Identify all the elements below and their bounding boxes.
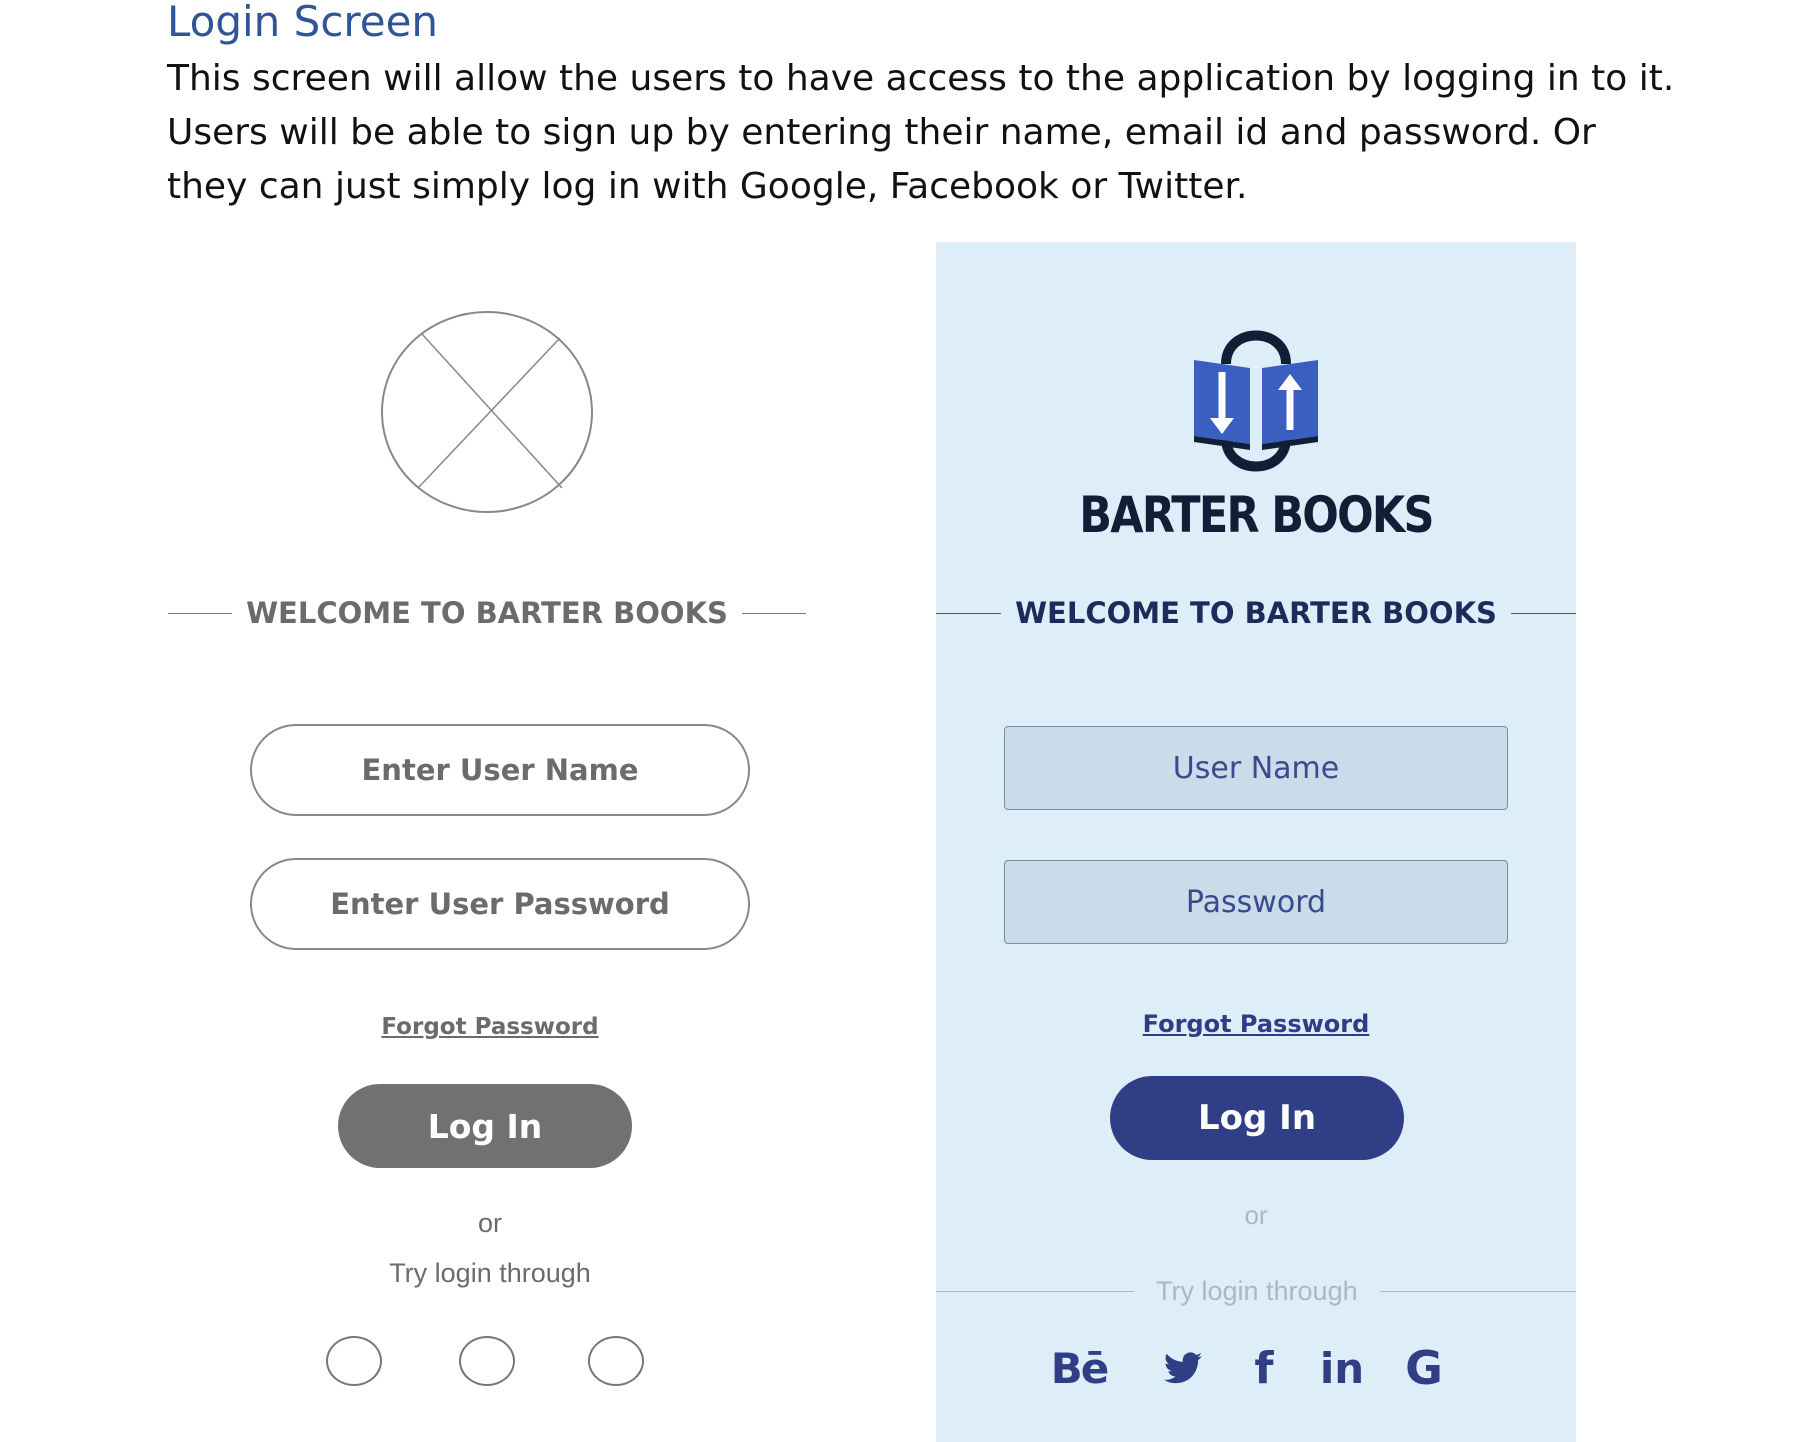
behance-icon[interactable]: Bē (1046, 1338, 1112, 1398)
divider (936, 1291, 1134, 1292)
divider (168, 612, 233, 614)
forgot-password-link[interactable]: Forgot Password (160, 1014, 820, 1040)
try-login-through-row: Try login through (936, 1276, 1576, 1307)
google-icon[interactable]: G (1398, 1338, 1450, 1398)
username-input[interactable]: User Name (1004, 726, 1508, 810)
or-text: or (1244, 1200, 1268, 1230)
login-button[interactable]: Log In (338, 1084, 632, 1168)
wireframe-login-screen: WELCOME TO BARTER BOOKS Enter User Name … (160, 240, 820, 1440)
brand-name: BARTER BOOKS (1079, 486, 1434, 544)
social-login-placeholder-icon[interactable] (326, 1336, 382, 1386)
mockup-login-screen: BARTER BOOKS WELCOME TO BARTER BOOKS Use… (936, 242, 1576, 1442)
welcome-text: WELCOME TO BARTER BOOKS (246, 596, 728, 630)
welcome-text: WELCOME TO BARTER BOOKS (1015, 596, 1497, 630)
divider (1379, 1291, 1576, 1292)
linkedin-icon[interactable]: in (1314, 1338, 1370, 1398)
facebook-icon[interactable]: f (1246, 1338, 1282, 1398)
social-login-placeholder-icon[interactable] (588, 1336, 644, 1386)
divider (1510, 612, 1576, 614)
password-input[interactable]: Password (1004, 860, 1508, 944)
login-button[interactable]: Log In (1110, 1076, 1404, 1160)
twitter-icon[interactable] (1158, 1338, 1208, 1398)
username-input[interactable]: Enter User Name (250, 724, 750, 816)
divider (741, 612, 806, 614)
try-login-through-text: Try login through (389, 1258, 591, 1288)
divider (936, 612, 1002, 614)
social-login-placeholder-icon[interactable] (459, 1336, 515, 1386)
welcome-heading: WELCOME TO BARTER BOOKS (936, 596, 1576, 630)
document-title: Login Screen (167, 0, 439, 46)
try-login-through-text: Try login through (1156, 1276, 1358, 1306)
forgot-password-link[interactable]: Forgot Password (936, 1010, 1576, 1038)
barter-books-logo-icon (1194, 330, 1318, 472)
document-description: This screen will allow the users to have… (167, 58, 1675, 207)
welcome-heading: WELCOME TO BARTER BOOKS (168, 596, 806, 630)
logo-placeholder-icon (381, 311, 593, 513)
or-text: or (477, 1208, 502, 1238)
password-input[interactable]: Enter User Password (250, 858, 750, 950)
